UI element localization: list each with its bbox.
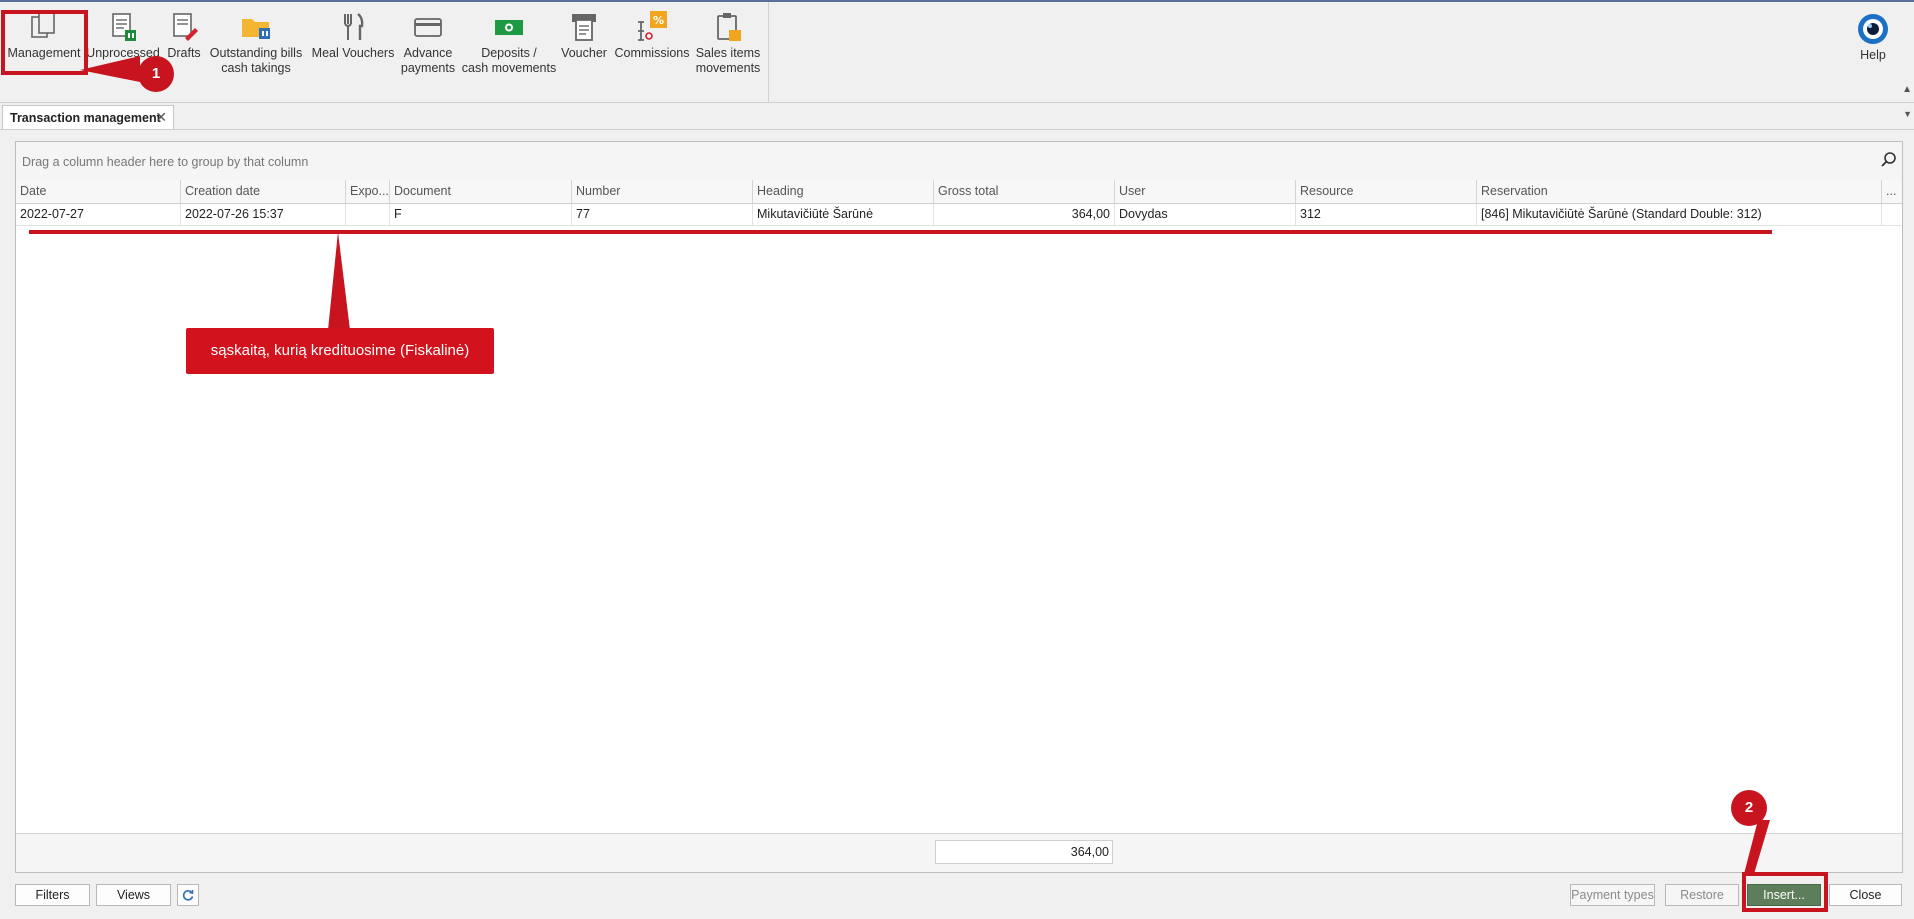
grid-header-row: Date Creation date Expo... Document Numb… — [16, 180, 1902, 204]
sales-items-label: Sales items movements — [695, 46, 761, 75]
table-row[interactable]: 2022-07-27 2022-07-26 15:37 F 77 Mikutav… — [16, 204, 1902, 226]
tab-title: Transaction management — [10, 111, 161, 125]
management-button[interactable]: Management — [4, 2, 84, 98]
annotation-callout: sąskaitą, kurią kredituosime (Fiskalinė) — [186, 328, 494, 374]
annotation-badge-2: 2 — [1731, 790, 1767, 826]
column-header-user[interactable]: User — [1115, 180, 1296, 203]
cell-document: F — [390, 204, 572, 225]
advance-payments-icon — [414, 18, 442, 37]
drafts-label: Drafts — [167, 46, 201, 60]
payment-types-button[interactable]: Payment types — [1570, 884, 1655, 906]
annotation-badge-1: 1 — [138, 56, 174, 92]
close-tab-icon[interactable]: ✕ — [155, 109, 167, 126]
unprocessed-bills-icon — [112, 13, 136, 41]
tab-transaction-management[interactable]: Transaction management ✕ — [2, 105, 174, 129]
column-header-gross-total[interactable]: Gross total — [934, 180, 1115, 203]
advance-payments-label: Advance payments — [400, 46, 456, 75]
sales-items-movements-button[interactable]: Sales items movements — [690, 2, 766, 98]
commissions-button[interactable]: % Commissions — [612, 2, 692, 98]
filters-button[interactable]: Filters — [15, 884, 90, 906]
commissions-icon: % — [638, 11, 667, 41]
svg-text:%: % — [653, 14, 664, 27]
cell-gross-total: 364,00 — [934, 204, 1115, 225]
deposits-icon — [495, 20, 523, 35]
ribbon-toolbar: Management Unprocessed bills Drafts — [0, 2, 1914, 103]
grid-summary-footer: 364,00 — [16, 833, 1902, 872]
column-header-number[interactable]: Number — [572, 180, 753, 203]
column-chooser-button[interactable]: ... — [1882, 180, 1902, 203]
meal-vouchers-button[interactable]: Meal Vouchers — [310, 2, 396, 98]
refresh-icon — [182, 890, 194, 901]
sales-items-icon — [717, 13, 741, 41]
views-button[interactable]: Views — [96, 884, 171, 906]
column-header-document[interactable]: Document — [390, 180, 572, 203]
group-by-hint: Drag a column header here to group by th… — [22, 155, 309, 169]
cell-number: 77 — [572, 204, 753, 225]
management-label: Management — [7, 46, 81, 60]
help-label: Help — [1860, 48, 1886, 62]
annotation-pointer-callout — [328, 232, 350, 330]
cell-export — [346, 204, 390, 225]
column-header-date[interactable]: Date — [16, 180, 181, 203]
annotation-pointer-2 — [1744, 820, 1770, 874]
deposits-label: Deposits / cash movements — [461, 46, 557, 75]
cell-heading: Mikutavičiūtė Šarūnė — [753, 204, 934, 225]
voucher-button[interactable]: Voucher — [556, 2, 612, 98]
cell-user: Dovydas — [1115, 204, 1296, 225]
search-icon[interactable] — [1880, 151, 1898, 169]
management-icon — [31, 12, 55, 38]
outstanding-bills-button[interactable]: Outstanding bills cash takings — [206, 2, 306, 98]
column-header-resource[interactable]: Resource — [1296, 180, 1477, 203]
refresh-button[interactable] — [177, 884, 199, 906]
cell-date: 2022-07-27 — [16, 204, 181, 225]
outstanding-bills-icon — [242, 19, 270, 39]
outstanding-bills-label: Outstanding bills cash takings — [209, 46, 303, 75]
commissions-label: Commissions — [614, 46, 690, 60]
deposits-button[interactable]: Deposits / cash movements — [460, 2, 558, 98]
column-header-reservation[interactable]: Reservation — [1477, 180, 1882, 203]
tab-menu-chevron-icon[interactable]: ▼ — [1903, 109, 1912, 119]
group-by-panel[interactable]: Drag a column header here to group by th… — [16, 142, 1902, 181]
column-header-export[interactable]: Expo... — [346, 180, 390, 203]
cell-reservation: [846] Mikutavičiūtė Šarūnė (Standard Dou… — [1477, 204, 1882, 225]
cell-creation-date: 2022-07-26 15:37 — [181, 204, 346, 225]
close-button[interactable]: Close — [1829, 884, 1902, 906]
column-header-creation-date[interactable]: Creation date — [181, 180, 346, 203]
ribbon-collapse-icon[interactable]: ▲ — [1902, 84, 1912, 95]
document-tabstrip: Transaction management ✕ ▼ — [0, 103, 1914, 130]
restore-button[interactable]: Restore — [1665, 884, 1739, 906]
gross-total-sum: 364,00 — [935, 840, 1113, 864]
transactions-grid: Drag a column header here to group by th… — [15, 141, 1903, 873]
drafts-icon — [173, 13, 198, 41]
help-icon — [1858, 14, 1888, 44]
insert-button[interactable]: Insert... — [1747, 884, 1821, 906]
voucher-icon — [572, 14, 596, 41]
annotation-underline-row — [29, 230, 1772, 234]
advance-payments-button[interactable]: Advance payments — [396, 2, 460, 98]
meal-vouchers-label: Meal Vouchers — [311, 46, 395, 60]
cell-resource: 312 — [1296, 204, 1477, 225]
voucher-label: Voucher — [561, 46, 607, 60]
help-button[interactable]: Help — [1848, 4, 1898, 94]
column-header-heading[interactable]: Heading — [753, 180, 934, 203]
meal-vouchers-icon — [344, 13, 364, 40]
